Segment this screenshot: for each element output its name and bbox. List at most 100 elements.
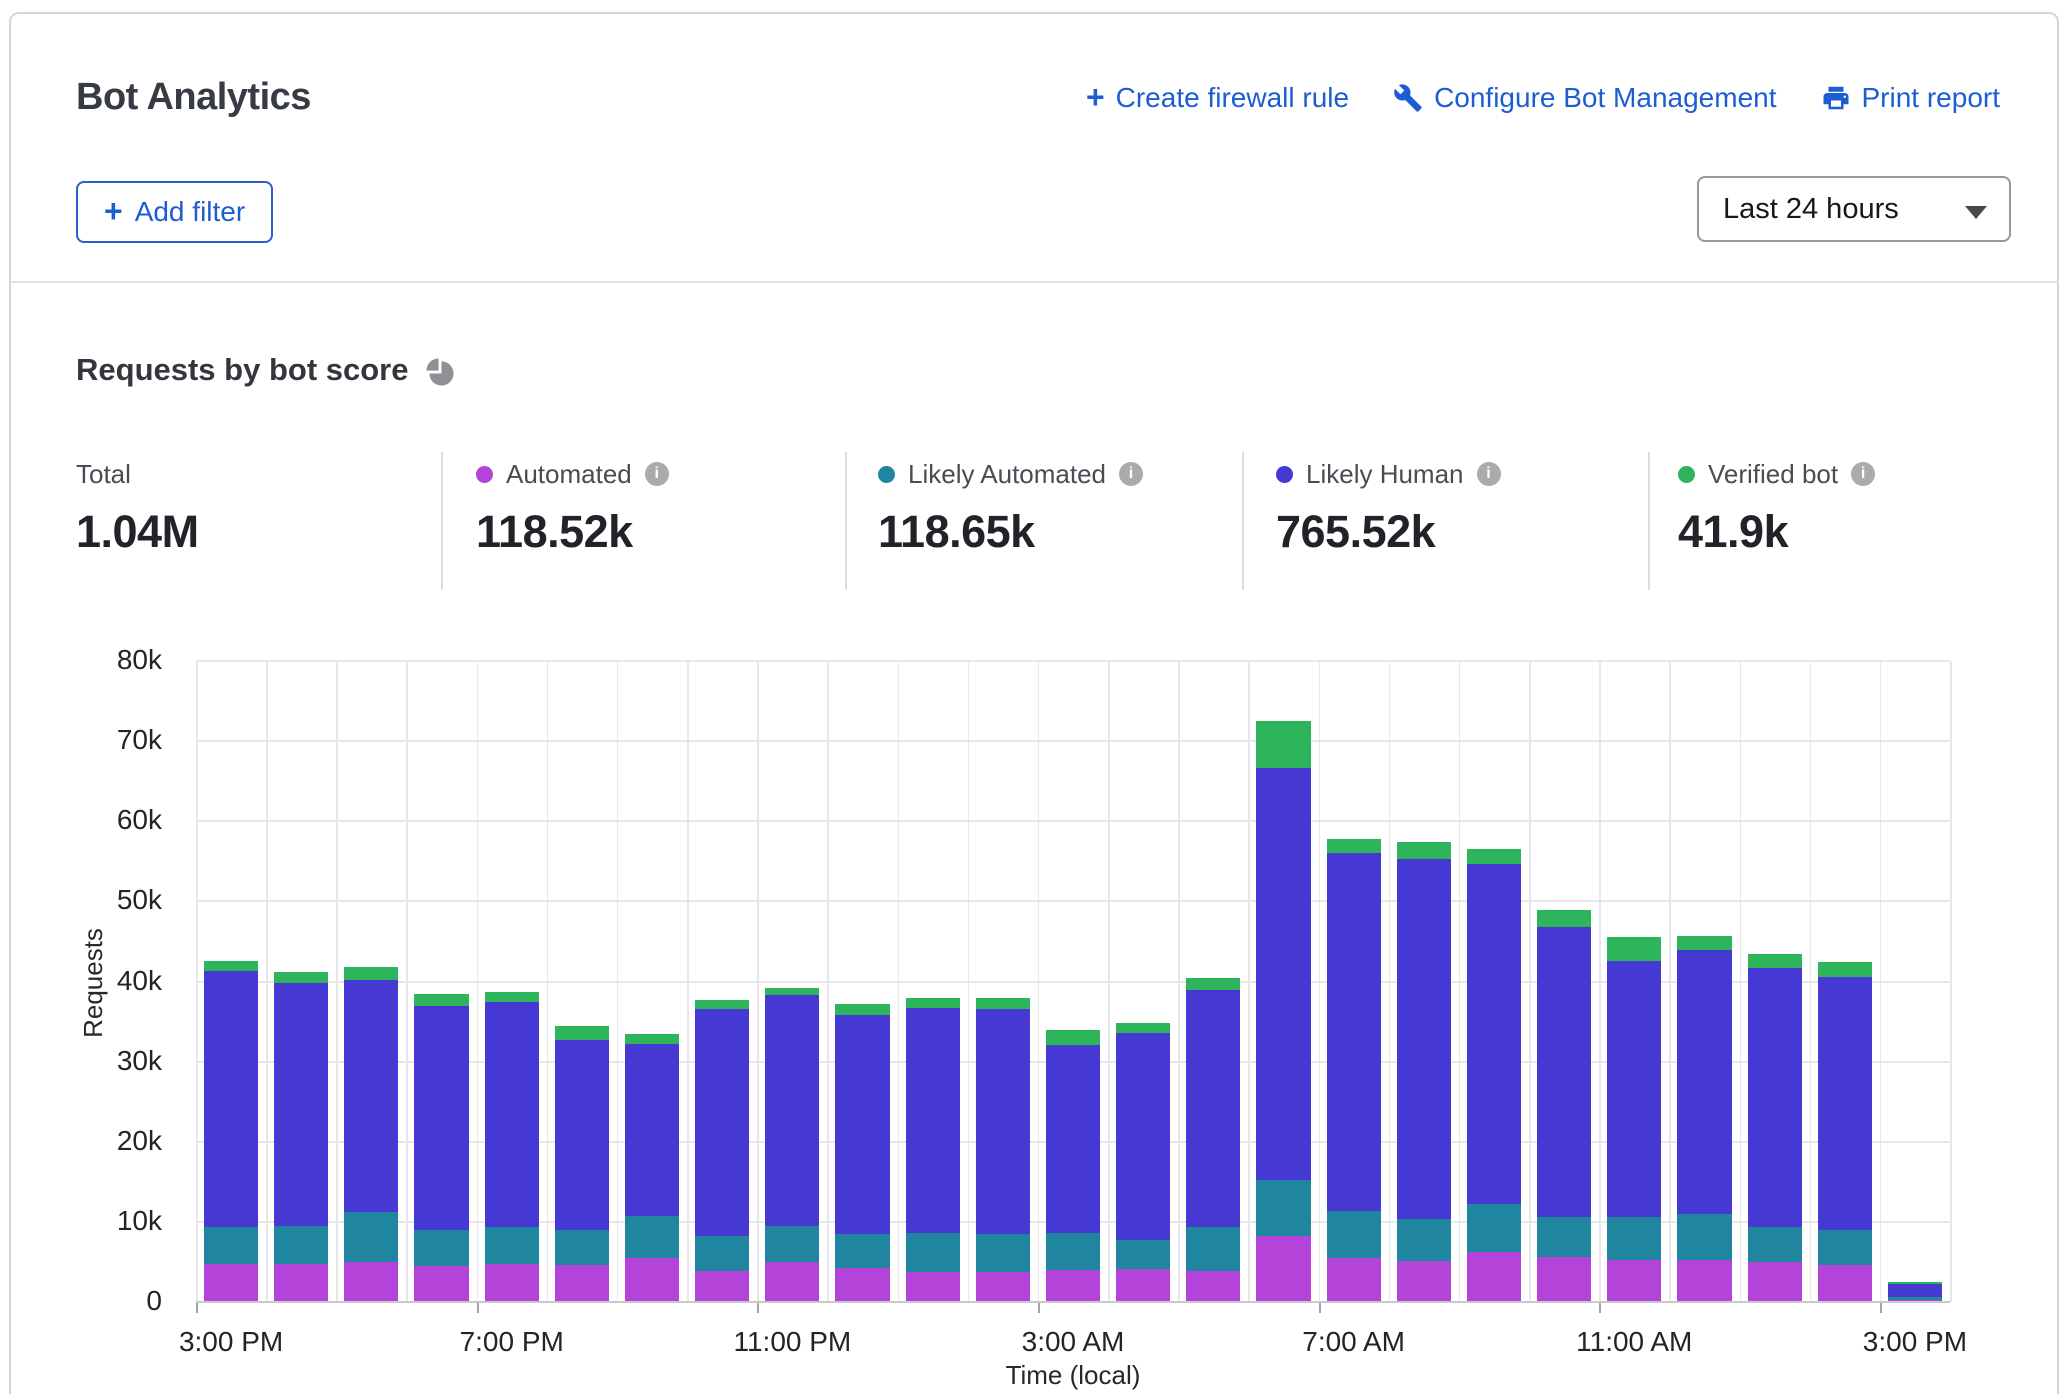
bar-segment-verified-bot[interactable] <box>1186 978 1240 990</box>
create-firewall-rule-link[interactable]: + Create firewall rule <box>1086 82 1349 114</box>
bar-segment-verified-bot[interactable] <box>765 988 819 995</box>
bar-segment-likely-automated[interactable] <box>485 1227 539 1265</box>
bar-segment-verified-bot[interactable] <box>1256 721 1310 768</box>
stacked-bar[interactable] <box>414 994 468 1302</box>
bar-segment-verified-bot[interactable] <box>1467 849 1521 864</box>
stacked-bar[interactable] <box>1818 962 1872 1302</box>
bar-segment-automated[interactable] <box>1818 1265 1872 1302</box>
bar-segment-likely-human[interactable] <box>976 1009 1030 1234</box>
stacked-bar[interactable] <box>625 1034 679 1302</box>
stacked-bar[interactable] <box>555 1026 609 1302</box>
bar-segment-likely-automated[interactable] <box>1607 1217 1661 1259</box>
stacked-bar[interactable] <box>1607 937 1661 1302</box>
bar-segment-likely-automated[interactable] <box>1537 1217 1591 1257</box>
bar-segment-automated[interactable] <box>1046 1270 1100 1302</box>
bar-segment-verified-bot[interactable] <box>625 1034 679 1044</box>
bar-segment-automated[interactable] <box>1256 1236 1310 1303</box>
stacked-bar[interactable] <box>1677 936 1731 1302</box>
bar-segment-likely-automated[interactable] <box>1677 1214 1731 1260</box>
stacked-bar[interactable] <box>1327 839 1381 1302</box>
stacked-bar[interactable] <box>1888 1282 1942 1302</box>
bar-segment-likely-automated[interactable] <box>1256 1180 1310 1235</box>
bar-segment-likely-automated[interactable] <box>906 1233 960 1272</box>
bar-segment-automated[interactable] <box>414 1266 468 1302</box>
bar-segment-likely-automated[interactable] <box>1397 1219 1451 1261</box>
info-icon[interactable]: i <box>1851 462 1875 486</box>
bar-segment-likely-automated[interactable] <box>274 1226 328 1264</box>
bar-segment-automated[interactable] <box>1397 1261 1451 1302</box>
bar-segment-likely-automated[interactable] <box>1186 1227 1240 1271</box>
bar-segment-likely-automated[interactable] <box>204 1227 258 1265</box>
bar-segment-likely-automated[interactable] <box>765 1226 819 1262</box>
bar-segment-automated[interactable] <box>1467 1252 1521 1302</box>
stacked-bar[interactable] <box>765 988 819 1302</box>
bar-segment-likely-human[interactable] <box>1677 950 1731 1214</box>
stacked-bar[interactable] <box>1116 1023 1170 1302</box>
bar-segment-verified-bot[interactable] <box>485 992 539 1002</box>
bar-segment-automated[interactable] <box>695 1271 749 1302</box>
bar-segment-likely-human[interactable] <box>1116 1033 1170 1240</box>
stacked-bar[interactable] <box>204 961 258 1302</box>
bar-segment-verified-bot[interactable] <box>1607 937 1661 961</box>
bar-segment-automated[interactable] <box>1607 1260 1661 1302</box>
bar-segment-likely-automated[interactable] <box>344 1212 398 1262</box>
time-range-select[interactable]: Last 24 hours <box>1697 176 2011 242</box>
bar-segment-verified-bot[interactable] <box>1818 962 1872 976</box>
bar-segment-automated[interactable] <box>625 1258 679 1302</box>
stacked-bar[interactable] <box>1186 978 1240 1302</box>
bar-segment-likely-human[interactable] <box>1186 990 1240 1227</box>
bar-segment-likely-human[interactable] <box>1888 1284 1942 1298</box>
bar-segment-automated[interactable] <box>835 1268 889 1302</box>
bar-segment-verified-bot[interactable] <box>976 998 1030 1008</box>
stacked-bar[interactable] <box>274 972 328 1302</box>
bar-segment-automated[interactable] <box>1748 1262 1802 1302</box>
bar-segment-likely-human[interactable] <box>1046 1045 1100 1233</box>
stacked-bar[interactable] <box>835 1004 889 1302</box>
bar-segment-likely-automated[interactable] <box>835 1234 889 1268</box>
bar-segment-likely-automated[interactable] <box>1046 1233 1100 1270</box>
stacked-bar[interactable] <box>906 998 960 1302</box>
bar-segment-likely-automated[interactable] <box>1467 1204 1521 1251</box>
bar-segment-automated[interactable] <box>1537 1257 1591 1302</box>
bar-segment-likely-human[interactable] <box>1256 768 1310 1180</box>
bar-segment-likely-automated[interactable] <box>1818 1230 1872 1265</box>
bar-segment-verified-bot[interactable] <box>1537 910 1591 927</box>
bar-segment-likely-automated[interactable] <box>414 1230 468 1266</box>
stacked-bar[interactable] <box>1256 721 1310 1302</box>
bar-segment-likely-automated[interactable] <box>1116 1240 1170 1270</box>
bar-segment-likely-human[interactable] <box>344 980 398 1212</box>
bar-segment-verified-bot[interactable] <box>344 967 398 980</box>
bar-segment-likely-human[interactable] <box>414 1006 468 1230</box>
bar-segment-automated[interactable] <box>765 1262 819 1302</box>
bar-segment-automated[interactable] <box>906 1272 960 1302</box>
bar-segment-automated[interactable] <box>1186 1271 1240 1302</box>
stacked-bar[interactable] <box>1537 910 1591 1302</box>
bar-segment-likely-human[interactable] <box>765 995 819 1226</box>
bar-segment-likely-human[interactable] <box>625 1044 679 1216</box>
bar-segment-verified-bot[interactable] <box>1327 839 1381 853</box>
bar-segment-verified-bot[interactable] <box>204 961 258 971</box>
add-filter-button[interactable]: + Add filter <box>76 181 273 243</box>
stacked-bar[interactable] <box>485 992 539 1302</box>
bar-segment-likely-human[interactable] <box>1818 977 1872 1230</box>
bar-segment-automated[interactable] <box>1327 1258 1381 1302</box>
bar-segment-verified-bot[interactable] <box>1397 842 1451 859</box>
bar-segment-likely-human[interactable] <box>555 1040 609 1230</box>
bar-segment-verified-bot[interactable] <box>274 972 328 983</box>
stacked-bar[interactable] <box>695 1000 749 1302</box>
bar-segment-verified-bot[interactable] <box>835 1004 889 1015</box>
bar-segment-likely-automated[interactable] <box>695 1236 749 1270</box>
bar-segment-likely-human[interactable] <box>695 1009 749 1237</box>
stacked-bar[interactable] <box>976 998 1030 1302</box>
bar-segment-likely-automated[interactable] <box>1327 1211 1381 1257</box>
bar-segment-verified-bot[interactable] <box>1116 1023 1170 1033</box>
bar-segment-likely-automated[interactable] <box>555 1230 609 1265</box>
bar-segment-likely-human[interactable] <box>906 1008 960 1233</box>
bar-segment-verified-bot[interactable] <box>555 1026 609 1040</box>
bar-segment-likely-human[interactable] <box>1537 927 1591 1217</box>
bar-segment-verified-bot[interactable] <box>1046 1030 1100 1044</box>
bar-segment-likely-human[interactable] <box>204 971 258 1227</box>
bar-segment-likely-human[interactable] <box>1327 853 1381 1211</box>
stacked-bar[interactable] <box>1467 849 1521 1302</box>
bar-segment-automated[interactable] <box>1677 1260 1731 1302</box>
